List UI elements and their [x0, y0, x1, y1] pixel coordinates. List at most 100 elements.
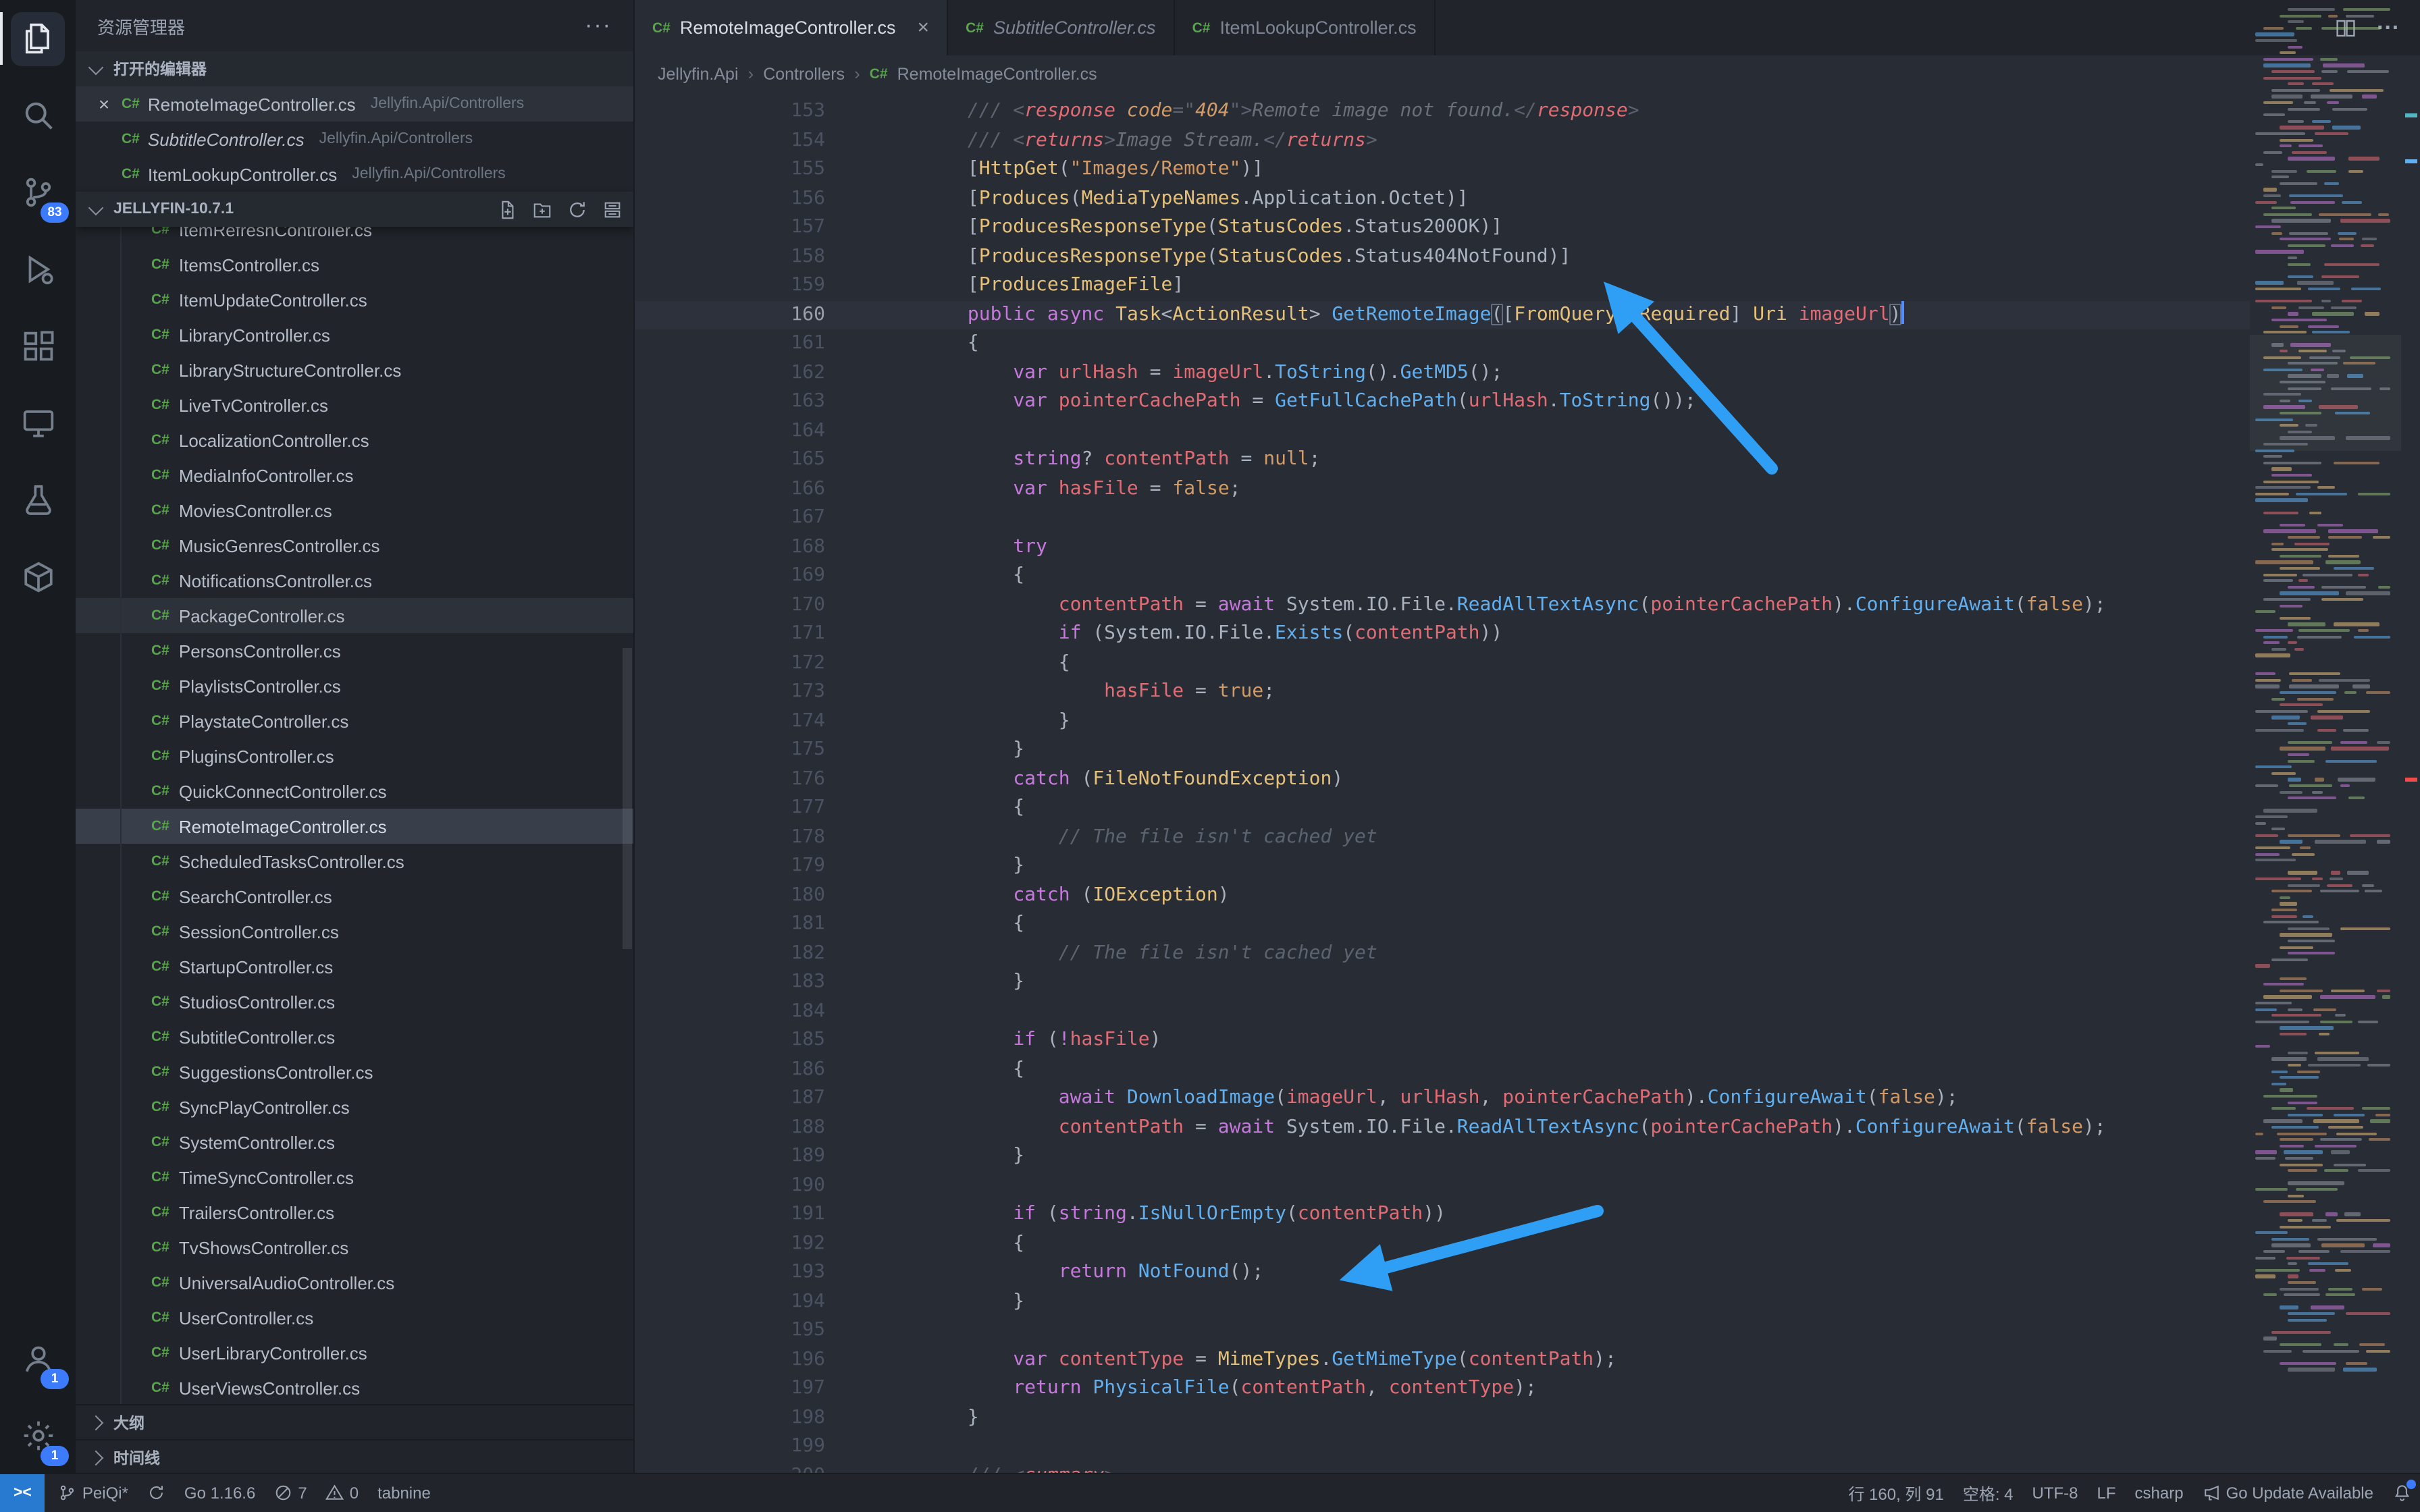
code-line-176[interactable]: 176 catch (FileNotFoundException) [635, 765, 2250, 794]
code-line-153[interactable]: 153 /// <response code="404">Remote imag… [635, 97, 2250, 126]
code-line-166[interactable]: 166 var hasFile = false; [635, 475, 2250, 504]
file-QuickConnectController.cs[interactable]: C#QuickConnectController.cs [76, 774, 633, 809]
code-line-192[interactable]: 192 { [635, 1229, 2250, 1258]
file-ScheduledTasksController.cs[interactable]: C#ScheduledTasksController.cs [76, 844, 633, 879]
file-LibraryController.cs[interactable]: C#LibraryController.cs [76, 317, 633, 352]
code-line-196[interactable]: 196 var contentType = MimeTypes.GetMimeT… [635, 1345, 2250, 1374]
code-line-188[interactable]: 188 contentPath = await System.IO.File.R… [635, 1113, 2250, 1142]
code-line-195[interactable]: 195 [635, 1316, 2250, 1345]
file-LibraryStructureController.cs[interactable]: C#LibraryStructureController.cs [76, 352, 633, 387]
code-line-165[interactable]: 165 string? contentPath = null; [635, 446, 2250, 475]
file-StartupController.cs[interactable]: C#StartupController.cs [76, 949, 633, 984]
code-line-159[interactable]: 159 [ProducesImageFile] [635, 271, 2250, 300]
code-line-191[interactable]: 191 if (string.IsNullOrEmpty(contentPath… [635, 1200, 2250, 1229]
breadcrumb[interactable]: Jellyfin.Api›Controllers›C#RemoteImageCo… [635, 55, 2420, 92]
code-line-155[interactable]: 155 [HttpGet("Images/Remote")] [635, 155, 2250, 184]
status-encoding[interactable]: UTF-8 [2023, 1474, 2088, 1512]
file-UserViewsController.cs[interactable]: C#UserViewsController.cs [76, 1370, 633, 1404]
file-NotificationsController.cs[interactable]: C#NotificationsController.cs [76, 563, 633, 598]
file-SuggestionsController.cs[interactable]: C#SuggestionsController.cs [76, 1054, 633, 1089]
activity-packages[interactable] [0, 539, 76, 616]
code-line-163[interactable]: 163 var pointerCachePath = GetFullCacheP… [635, 387, 2250, 416]
refresh-icon[interactable] [567, 199, 587, 219]
status-indentation[interactable]: 空格: 4 [1953, 1474, 2023, 1512]
code-line-184[interactable]: 184 [635, 997, 2250, 1026]
file-UserController.cs[interactable]: C#UserController.cs [76, 1300, 633, 1335]
status-tabnine[interactable]: tabnine [368, 1474, 440, 1512]
close-icon[interactable]: × [95, 93, 113, 115]
code-line-190[interactable]: 190 [635, 1171, 2250, 1200]
file-TimeSyncController.cs[interactable]: C#TimeSyncController.cs [76, 1160, 633, 1195]
status-git-branch[interactable]: PeiQi* [49, 1474, 138, 1512]
code-line-198[interactable]: 198 } [635, 1403, 2250, 1432]
file-PluginsController.cs[interactable]: C#PluginsController.cs [76, 738, 633, 774]
file-MoviesController.cs[interactable]: C#MoviesController.cs [76, 493, 633, 528]
sidebar-scrollbar[interactable] [623, 648, 632, 949]
code-line-185[interactable]: 185 if (!hasFile) [635, 1026, 2250, 1055]
more-actions-icon[interactable]: ··· [585, 12, 612, 39]
new-folder-icon[interactable] [532, 199, 552, 219]
file-PlaylistsController.cs[interactable]: C#PlaylistsController.cs [76, 668, 633, 703]
code-line-183[interactable]: 183 } [635, 968, 2250, 997]
code-line-154[interactable]: 154 /// <returns>Image Stream.</returns> [635, 126, 2250, 155]
code-line-175[interactable]: 175 } [635, 736, 2250, 765]
code-line-158[interactable]: 158 [ProducesResponseType(StatusCodes.St… [635, 242, 2250, 271]
status-go-update[interactable]: Go Update Available [2193, 1474, 2383, 1512]
open-editor-ItemLookupController.cs[interactable]: C#ItemLookupController.csJellyfin.Api/Co… [76, 157, 633, 192]
file-ItemRefreshController.cs[interactable]: C#ItemRefreshController.cs [76, 227, 633, 247]
code-line-174[interactable]: 174 } [635, 707, 2250, 736]
code-line-160[interactable]: 160 public async Task<ActionResult> GetR… [635, 300, 2250, 329]
code-line-156[interactable]: 156 [Produces(MediaTypeNames.Application… [635, 184, 2250, 213]
code-line-178[interactable]: 178 // The file isn't cached yet [635, 823, 2250, 852]
code-line-173[interactable]: 173 hasFile = true; [635, 678, 2250, 707]
code-line-182[interactable]: 182 // The file isn't cached yet [635, 939, 2250, 968]
file-PlaystateController.cs[interactable]: C#PlaystateController.cs [76, 703, 633, 738]
collapse-all-icon[interactable] [602, 199, 623, 219]
status-cursor-position[interactable]: 行 160, 列 91 [1839, 1474, 1953, 1512]
code-line-169[interactable]: 169 { [635, 562, 2250, 591]
file-LiveTvController.cs[interactable]: C#LiveTvController.cs [76, 387, 633, 423]
code-line-168[interactable]: 168 try [635, 533, 2250, 562]
activity-extensions[interactable] [0, 308, 76, 385]
file-ItemsController.cs[interactable]: C#ItemsController.cs [76, 247, 633, 282]
code-line-177[interactable]: 177 { [635, 794, 2250, 823]
activity-search[interactable] [0, 77, 76, 154]
file-RemoteImageController.cs[interactable]: C#RemoteImageController.cs [76, 809, 633, 844]
status-remote-indicator[interactable]: >< [0, 1474, 45, 1512]
code-line-186[interactable]: 186 { [635, 1055, 2250, 1084]
file-TvShowsController.cs[interactable]: C#TvShowsController.cs [76, 1230, 633, 1265]
file-StudiosController.cs[interactable]: C#StudiosController.cs [76, 984, 633, 1019]
code-line-157[interactable]: 157 [ProducesResponseType(StatusCodes.St… [635, 213, 2250, 242]
file-MediaInfoController.cs[interactable]: C#MediaInfoController.cs [76, 458, 633, 493]
status-notifications[interactable] [2383, 1474, 2420, 1512]
code-line-180[interactable]: 180 catch (IOException) [635, 881, 2250, 910]
code-line-172[interactable]: 172 { [635, 649, 2250, 678]
file-PackageController.cs[interactable]: C#PackageController.cs [76, 598, 633, 633]
code-line-187[interactable]: 187 await DownloadImage(imageUrl, urlHas… [635, 1084, 2250, 1113]
code-line-193[interactable]: 193 return NotFound(); [635, 1258, 2250, 1287]
code-line-170[interactable]: 170 contentPath = await System.IO.File.R… [635, 591, 2250, 620]
status-eol[interactable]: LF [2088, 1474, 2126, 1512]
code-line-197[interactable]: 197 return PhysicalFile(contentPath, con… [635, 1374, 2250, 1403]
close-icon[interactable]: × [918, 16, 930, 39]
breadcrumb-item[interactable]: Controllers [763, 64, 845, 83]
activity-remote-explorer[interactable] [0, 385, 76, 462]
file-SearchController.cs[interactable]: C#SearchController.cs [76, 879, 633, 914]
breadcrumb-item[interactable]: Jellyfin.Api [658, 64, 739, 83]
file-SystemController.cs[interactable]: C#SystemController.cs [76, 1125, 633, 1160]
file-LocalizationController.cs[interactable]: C#LocalizationController.cs [76, 423, 633, 458]
activity-source-control[interactable]: 83 [0, 154, 76, 231]
minimap[interactable] [2250, 0, 2401, 1474]
new-file-icon[interactable] [497, 199, 517, 219]
activity-explorer[interactable] [0, 0, 76, 77]
tab-RemoteImageController.cs[interactable]: C#RemoteImageController.cs× [635, 0, 948, 55]
code-line-189[interactable]: 189 } [635, 1142, 2250, 1171]
outline-section[interactable]: 大纲 [76, 1404, 633, 1440]
open-editor-RemoteImageController.cs[interactable]: ×C#RemoteImageController.csJellyfin.Api/… [76, 86, 633, 122]
file-TrailersController.cs[interactable]: C#TrailersController.cs [76, 1195, 633, 1230]
activity-testing[interactable] [0, 462, 76, 539]
breadcrumb-file[interactable]: RemoteImageController.cs [897, 64, 1097, 83]
file-UniversalAudioController.cs[interactable]: C#UniversalAudioController.cs [76, 1265, 633, 1300]
tab-SubtitleController.cs[interactable]: C#SubtitleController.cs [948, 0, 1175, 55]
activity-accounts[interactable]: 1 [0, 1320, 76, 1397]
